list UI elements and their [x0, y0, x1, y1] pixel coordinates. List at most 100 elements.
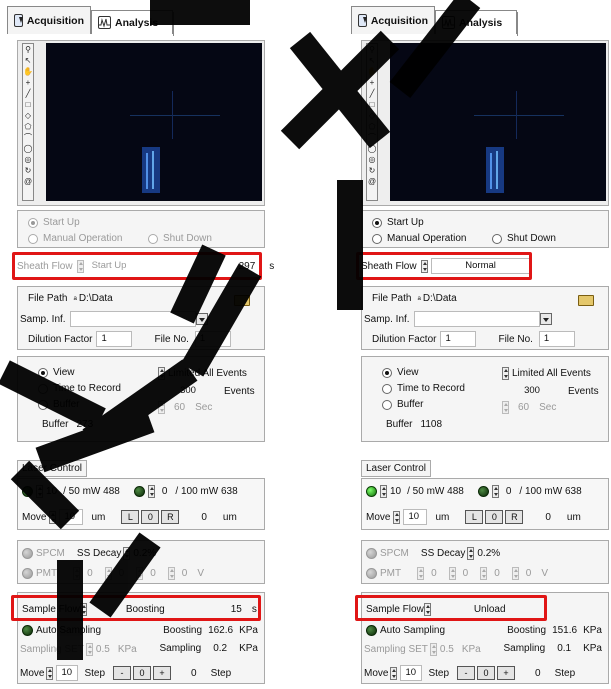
- crosshair-icon[interactable]: +: [367, 78, 377, 88]
- sampling-set-spinner[interactable]: [429, 643, 437, 656]
- limited-spinner[interactable]: [502, 367, 509, 380]
- laser-right-button[interactable]: R: [161, 510, 180, 524]
- sec-spinner[interactable]: [158, 401, 165, 414]
- laser-488-spinner[interactable]: [380, 485, 387, 498]
- tab-acquisition[interactable]: Acquisition: [7, 6, 91, 34]
- pmt-spinner-1[interactable]: [417, 567, 425, 580]
- rectangle-icon[interactable]: □: [23, 100, 33, 110]
- dilution-factor-input[interactable]: 1: [96, 331, 133, 347]
- start-up-radio[interactable]: [372, 217, 382, 228]
- auto-sampling-led-icon[interactable]: [22, 625, 33, 636]
- buffer-radio[interactable]: [38, 399, 48, 410]
- manual-operation-radio[interactable]: [372, 233, 382, 244]
- sample-move-input[interactable]: 10: [56, 665, 79, 681]
- laser-zero-button[interactable]: 0: [141, 510, 160, 524]
- tab-acquisition[interactable]: Acquisition: [351, 6, 435, 34]
- ellipse-icon[interactable]: ◯: [367, 144, 377, 154]
- dilution-factor-input[interactable]: 1: [440, 331, 477, 347]
- buffer-radio[interactable]: [382, 399, 392, 410]
- ss-decay-spinner[interactable]: [123, 547, 131, 560]
- sample-minus-button[interactable]: -: [113, 666, 132, 680]
- spiral-icon[interactable]: @: [367, 177, 377, 187]
- record-time[interactable]: Time to Record: [38, 383, 121, 394]
- sample-minus-button[interactable]: -: [457, 666, 476, 680]
- mode-shut-down[interactable]: Shut Down: [148, 233, 212, 244]
- laser-638-value[interactable]: 0: [506, 486, 512, 497]
- sample-plus-button[interactable]: +: [153, 666, 172, 680]
- laser-638-led-icon[interactable]: [477, 486, 489, 497]
- pmt-spinner-4[interactable]: [511, 567, 519, 580]
- limited-spinner[interactable]: [158, 367, 165, 380]
- pmt-led-icon[interactable]: [366, 568, 377, 579]
- pmt-spinner-1[interactable]: [73, 567, 81, 580]
- crosshair-icon[interactable]: +: [23, 78, 33, 88]
- laser-488-value[interactable]: 10: [46, 486, 57, 497]
- camera-image[interactable]: [46, 43, 262, 201]
- freehand-icon[interactable]: ⌒: [23, 133, 33, 143]
- sample-move-spinner[interactable]: [46, 666, 54, 680]
- manual-operation-radio[interactable]: [28, 233, 38, 244]
- pmt-led-icon[interactable]: [22, 568, 33, 579]
- pmt-spinner-3[interactable]: [136, 567, 144, 580]
- laser-move-input[interactable]: 10: [403, 509, 428, 525]
- pmt-spinner-2[interactable]: [104, 567, 112, 580]
- record-buffer[interactable]: Buffer: [38, 399, 80, 410]
- time-to-record-radio[interactable]: [38, 383, 48, 394]
- laser-638-spinner[interactable]: [147, 485, 155, 498]
- zoom-icon[interactable]: ⚲: [367, 45, 377, 55]
- pmt-spinner-4[interactable]: [167, 567, 175, 580]
- diamond-icon[interactable]: ◇: [367, 111, 377, 121]
- samp-inf-dropdown[interactable]: [195, 313, 208, 325]
- hand-icon[interactable]: ✋: [23, 67, 33, 77]
- view-radio[interactable]: [382, 367, 392, 378]
- diamond-icon[interactable]: ◇: [23, 111, 33, 121]
- rectangle-icon[interactable]: □: [367, 100, 377, 110]
- record-time[interactable]: Time to Record: [382, 383, 465, 394]
- laser-move-spinner[interactable]: [49, 510, 57, 524]
- pointer-icon[interactable]: ↖: [367, 56, 377, 66]
- start-up-radio[interactable]: [28, 217, 38, 228]
- sampling-set-spinner[interactable]: [85, 643, 93, 656]
- laser-move-input[interactable]: 10: [59, 509, 84, 525]
- sample-move-spinner[interactable]: [390, 666, 398, 680]
- laser-488-value[interactable]: 10: [390, 486, 401, 497]
- file-no-input[interactable]: 1: [194, 331, 231, 347]
- spcm-led-icon[interactable]: [22, 548, 33, 559]
- ss-decay-value[interactable]: 0.2%: [477, 548, 500, 559]
- annulus-icon[interactable]: ◎: [367, 155, 377, 165]
- polygon-icon[interactable]: ⬠: [367, 122, 377, 132]
- laser-488-led-icon[interactable]: [366, 486, 377, 497]
- laser-left-button[interactable]: L: [465, 510, 484, 524]
- tab-analysis[interactable]: Analysis: [435, 10, 517, 34]
- pmt-spinner-2[interactable]: [448, 567, 456, 580]
- events-value[interactable]: 300: [502, 383, 562, 399]
- laser-zero-button[interactable]: 0: [485, 510, 504, 524]
- sample-zero-button[interactable]: 0: [477, 666, 496, 680]
- view-radio[interactable]: [38, 367, 48, 378]
- laser-right-button[interactable]: R: [505, 510, 524, 524]
- ss-decay-value[interactable]: 0.2%: [133, 548, 156, 559]
- rotate-icon[interactable]: ↻: [367, 166, 377, 176]
- mode-start-up[interactable]: Start Up: [28, 217, 80, 228]
- samp-inf-input[interactable]: [69, 311, 196, 327]
- laser-move-spinner[interactable]: [393, 510, 401, 524]
- file-path-value[interactable]: D:\Data: [423, 293, 457, 304]
- samp-inf-dropdown[interactable]: [539, 313, 552, 325]
- laser-488-spinner[interactable]: [36, 485, 43, 498]
- laser-638-value[interactable]: 0: [162, 486, 168, 497]
- samp-inf-input[interactable]: [413, 311, 540, 327]
- hand-icon[interactable]: ✋: [367, 67, 377, 77]
- record-view[interactable]: View: [382, 367, 419, 378]
- mode-shut-down[interactable]: Shut Down: [492, 233, 556, 244]
- laser-638-spinner[interactable]: [491, 485, 499, 498]
- folder-icon[interactable]: [234, 295, 250, 306]
- shut-down-radio[interactable]: [148, 233, 158, 244]
- laser-left-button[interactable]: L: [121, 510, 140, 524]
- file-no-input[interactable]: 1: [538, 331, 575, 347]
- mode-manual[interactable]: Manual Operation: [28, 233, 123, 244]
- line-icon[interactable]: ╱: [367, 89, 377, 99]
- sample-plus-button[interactable]: +: [497, 666, 516, 680]
- laser-638-led-icon[interactable]: [133, 486, 145, 497]
- ss-decay-spinner[interactable]: [467, 547, 475, 560]
- shut-down-radio[interactable]: [492, 233, 502, 244]
